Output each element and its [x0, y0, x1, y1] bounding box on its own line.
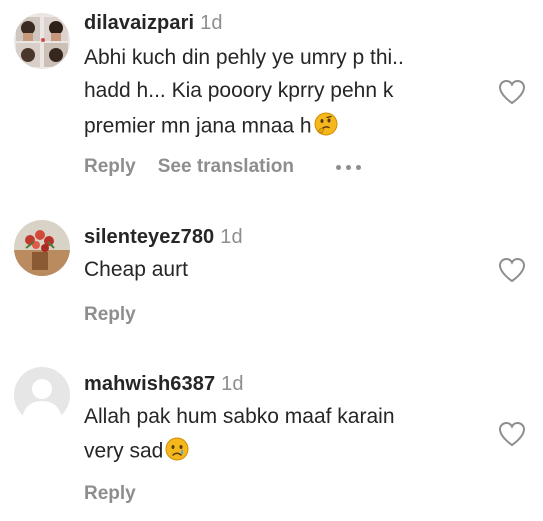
comment-text-line: very sad — [84, 437, 189, 467]
comment-username[interactable]: silenteyez780 1d — [84, 226, 243, 249]
crying-face-emoji-icon — [165, 437, 189, 467]
comment-text-line: hadd h... Kia pooory kprry pehn k — [84, 79, 394, 102]
comment-text-line: Cheap aurt — [84, 258, 188, 281]
thinking-face-emoji-icon — [314, 112, 338, 142]
comment-text-line: premier mn jana mnaa h — [84, 112, 338, 142]
reply-button[interactable]: Reply — [84, 483, 136, 505]
comment-actions: Reply — [84, 304, 136, 326]
comment-actions: Reply — [84, 483, 136, 505]
comment-actions: Reply See translation — [84, 156, 361, 178]
comment-text-line: Allah pak hum sabko maaf karain — [84, 405, 395, 428]
user-avatar[interactable] — [14, 220, 70, 276]
see-translation-button[interactable]: See translation — [158, 156, 294, 178]
comment-text-line: Abhi kuch din pehly ye umry p thi.. — [84, 46, 404, 69]
reply-button[interactable]: Reply — [84, 304, 136, 326]
comment-username[interactable]: dilavaizpari 1d — [84, 12, 223, 35]
reply-button[interactable]: Reply — [84, 156, 136, 178]
comment-username[interactable]: mahwish6387 1d — [84, 373, 244, 396]
user-avatar[interactable] — [14, 367, 70, 423]
like-heart-icon[interactable] — [498, 421, 526, 447]
comment-time: 1d — [221, 373, 244, 395]
like-heart-icon[interactable] — [498, 79, 526, 105]
like-heart-icon[interactable] — [498, 257, 526, 283]
comment-time: 1d — [200, 12, 223, 34]
comment-time: 1d — [220, 226, 243, 248]
more-options-icon[interactable] — [335, 164, 361, 170]
user-avatar[interactable] — [14, 13, 70, 69]
